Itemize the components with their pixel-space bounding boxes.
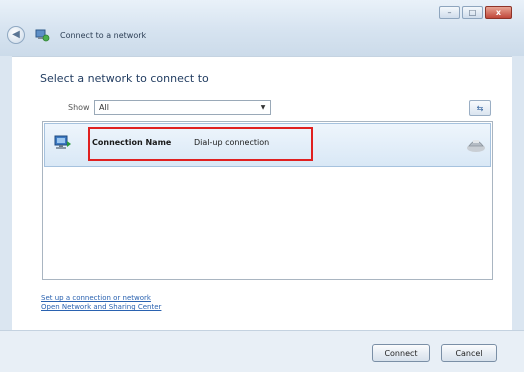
chevron-down-icon: ▼ [260, 104, 266, 111]
show-filter-label: Show [68, 103, 90, 112]
cancel-button[interactable]: Cancel [441, 344, 497, 362]
title-bar: ◀ Connect to a network – □ x [0, 0, 524, 56]
connection-name: Connection Name [92, 138, 172, 147]
links-area: Set up a connection or network Open Netw… [41, 294, 161, 312]
network-icon [35, 29, 50, 42]
refresh-button[interactable]: ⇆ [469, 100, 491, 116]
minimize-button[interactable]: – [439, 6, 460, 19]
button-bar: Connect Cancel [0, 330, 524, 372]
back-arrow-icon: ◀ [12, 29, 20, 40]
refresh-icon: ⇆ [476, 103, 484, 113]
dialup-connection-icon [54, 135, 71, 149]
page-title: Select a network to connect to [40, 72, 209, 85]
network-list: Connection Name Dial-up connection [42, 121, 493, 280]
window-title: Connect to a network [60, 31, 147, 40]
setup-connection-link[interactable]: Set up a connection or network [41, 294, 161, 303]
close-button[interactable]: x [485, 6, 512, 19]
close-icon: x [495, 7, 502, 17]
minimize-icon: – [447, 7, 452, 17]
maximize-button[interactable]: □ [462, 6, 483, 19]
list-item-connection[interactable]: Connection Name Dial-up connection [44, 123, 491, 167]
maximize-icon: □ [468, 7, 477, 17]
connection-type: Dial-up connection [194, 138, 270, 147]
show-filter-dropdown[interactable]: All ▼ [94, 100, 271, 115]
content-panel: Select a network to connect to Show All … [12, 56, 512, 330]
connect-to-network-window: ◀ Connect to a network – □ x Select a ne… [0, 0, 524, 372]
caption-buttons: – □ x [439, 6, 512, 19]
connect-button[interactable]: Connect [372, 344, 430, 362]
open-sharing-center-link[interactable]: Open Network and Sharing Center [41, 303, 161, 312]
back-button[interactable]: ◀ [7, 26, 25, 44]
show-filter-value: All [99, 103, 109, 112]
phone-modem-icon [467, 140, 485, 152]
